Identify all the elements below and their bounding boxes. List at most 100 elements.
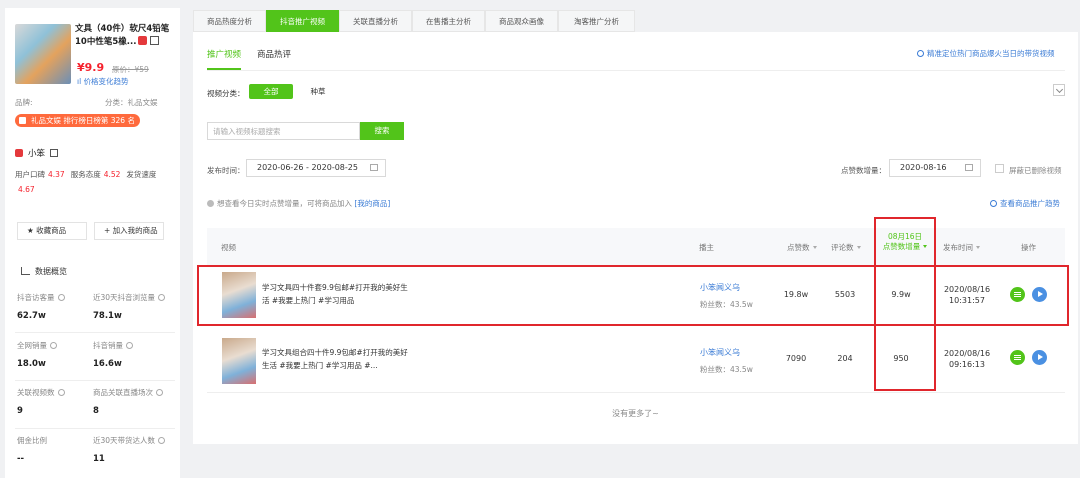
table-header: 视频 播主 点赞数 评论数 08月16日 点赞数增量 发布时间 操作 xyxy=(207,228,1065,266)
qr-code-icon[interactable] xyxy=(50,149,59,157)
delivery-value: 4.67 xyxy=(18,185,35,194)
col-likes-text: 点赞数 xyxy=(787,243,810,252)
sort-icon xyxy=(856,246,861,249)
collect-product-button[interactable]: ★ 收藏商品 xyxy=(17,222,87,240)
product-thumbnail[interactable] xyxy=(15,24,71,84)
likes-cell: 7090 xyxy=(785,354,807,363)
help-icon xyxy=(990,200,997,207)
search-button[interactable]: 搜索 xyxy=(360,122,404,140)
tab-audience-profile[interactable]: 商品观众画像 xyxy=(485,10,558,32)
price-trend-link[interactable]: ıl 价格变化趋势 xyxy=(77,76,129,87)
help-icon[interactable] xyxy=(158,437,166,444)
shop-scores: 用户口碑 4.37 服务态度 4.52 发货速度 4.67 xyxy=(15,167,175,197)
price-trend-text: 价格变化趋势 xyxy=(83,77,129,86)
publish-date-range[interactable]: 2020-06-26 - 2020-08-25 xyxy=(246,159,386,177)
shop-name[interactable]: 小笨 xyxy=(15,147,59,159)
help-icon[interactable] xyxy=(158,294,166,301)
video-search-input[interactable] xyxy=(207,122,360,140)
subtab-promo-videos[interactable]: 推广视频 xyxy=(207,48,241,60)
hide-deleted-checkbox[interactable] xyxy=(995,164,1004,173)
col-comments[interactable]: 评论数 xyxy=(831,242,861,253)
help-icon[interactable] xyxy=(57,294,65,301)
stat-value: 8 xyxy=(93,406,99,416)
stat-value: 18.0w xyxy=(17,359,46,369)
hint-text: 想查看今日实时点赞增量，可将商品加入 xyxy=(217,199,352,208)
video-title[interactable]: 学习文具四十件套9.9包邮#打开我的美好生活 #我要上热门 #学习用品 xyxy=(262,281,410,307)
host-name[interactable]: 小笨闻义乌 xyxy=(700,347,740,358)
top-help-link[interactable]: 精准定位热门商品爆火当日的带货视频 xyxy=(917,48,1055,59)
col-publish[interactable]: 发布时间 xyxy=(943,242,980,253)
shop-name-text: 小笨 xyxy=(28,149,46,159)
publish-cell: 2020/08/16 09:16:13 xyxy=(937,348,997,370)
tab-host-analysis[interactable]: 在售播主分析 xyxy=(412,10,485,32)
comments-cell: 204 xyxy=(837,354,853,363)
tmall-tag-icon xyxy=(138,36,148,45)
host-name[interactable]: 小笨闻义乌 xyxy=(700,282,740,293)
delivery-label: 发货速度 xyxy=(126,170,157,179)
col-ops: 操作 xyxy=(1021,243,1036,252)
realtime-hint: 想查看今日实时点赞增量，可将商品加入 [我的商品] xyxy=(207,198,390,209)
video-thumbnail[interactable] xyxy=(222,272,256,318)
stat-value: 9 xyxy=(17,406,23,416)
promo-trend-link[interactable]: 查看商品推广趋势 xyxy=(990,198,1060,209)
stat-label: 近30天带货达人数 xyxy=(93,436,156,445)
add-my-product-button[interactable]: + 加入我的商品 xyxy=(94,222,164,240)
video-title[interactable]: 学习文具组合四十件9.9包邮#打开我的美好生活 #我要上热门 #学习用品 #..… xyxy=(262,346,410,372)
stat-value: 78.1w xyxy=(93,311,122,321)
tab-live-analysis[interactable]: 关联直播分析 xyxy=(339,10,412,32)
divider xyxy=(15,380,175,381)
stat-value: 16.6w xyxy=(93,359,122,369)
original-price: 原价：¥59 xyxy=(112,65,149,74)
tab-taoke-analysis[interactable]: 淘客推广分析 xyxy=(558,10,635,32)
likes-increment-date[interactable]: 2020-08-16 xyxy=(889,159,981,177)
likes-increment-date-text: 2020-08-16 xyxy=(900,163,947,172)
likes-increment-label: 点赞数增量： xyxy=(841,166,886,175)
promo-trend-link-text: 查看商品推广趋势 xyxy=(1000,199,1060,208)
row-divider xyxy=(207,325,1065,326)
filter-seeding[interactable]: 种草 xyxy=(303,84,333,99)
play-icon[interactable] xyxy=(1032,287,1047,302)
expand-filter-icon[interactable] xyxy=(1053,84,1065,96)
help-icon[interactable] xyxy=(126,342,133,349)
overview-title: 数据概览 xyxy=(21,266,67,277)
tab-product-heat[interactable]: 商品热度分析 xyxy=(193,10,266,32)
help-icon[interactable] xyxy=(57,389,65,396)
service-label: 服务态度 xyxy=(70,170,101,179)
rank-badge[interactable]: 礼品文娱 排行榜日榜第 326 名 xyxy=(15,114,140,127)
play-icon[interactable] xyxy=(1032,350,1047,365)
col-likes-increment[interactable]: 08月16日 点赞数增量 xyxy=(877,232,933,252)
help-icon[interactable] xyxy=(50,342,57,349)
stat-label: 近30天抖音浏览量 xyxy=(93,293,156,302)
likes-cell: 19.8w xyxy=(783,290,809,299)
publish-date-range-text: 2020-06-26 - 2020-08-25 xyxy=(257,163,358,172)
detail-icon[interactable] xyxy=(1010,287,1025,302)
stat-total-sales: 全网销量 18.0w xyxy=(17,340,57,369)
hide-deleted-label: 屏蔽已删除视频 xyxy=(1009,166,1062,175)
publish-time: 09:16:13 xyxy=(949,360,985,369)
rating-value: 4.37 xyxy=(48,170,65,179)
subtab-hot-comments[interactable]: 商品热评 xyxy=(257,48,291,60)
main-panel: 推广视频 商品热评 精准定位热门商品爆火当日的带货视频 视频分类： 全部 种草 … xyxy=(193,32,1078,444)
help-icon[interactable] xyxy=(156,389,163,396)
overview-title-text: 数据概览 xyxy=(35,267,67,276)
stat-label: 关联视频数 xyxy=(17,388,55,397)
detail-icon[interactable] xyxy=(1010,350,1025,365)
subtab-divider xyxy=(207,70,1065,71)
video-thumbnail[interactable] xyxy=(222,338,256,384)
qr-code-icon[interactable] xyxy=(150,36,160,45)
bar-chart-icon xyxy=(21,267,30,275)
filter-all[interactable]: 全部 xyxy=(249,84,293,99)
sort-icon xyxy=(812,246,817,249)
tab-douyin-videos[interactable]: 抖音推广视频 xyxy=(266,10,339,32)
stat-value: 11 xyxy=(93,454,105,464)
increment-cell: 950 xyxy=(893,354,909,363)
stat-label: 抖音销量 xyxy=(93,341,123,350)
info-icon xyxy=(207,200,214,207)
category-filter-label: 视频分类： xyxy=(207,89,245,98)
brand-label: 品牌: xyxy=(15,98,33,107)
stat-30d-views: 近30天抖音浏览量 78.1w xyxy=(93,292,166,321)
col-likes[interactable]: 点赞数 xyxy=(787,242,817,253)
my-products-link[interactable]: [我的商品] xyxy=(354,199,390,208)
stat-label: 商品关联直播场次 xyxy=(93,388,153,397)
publish-date: 2020/08/16 xyxy=(943,285,991,294)
